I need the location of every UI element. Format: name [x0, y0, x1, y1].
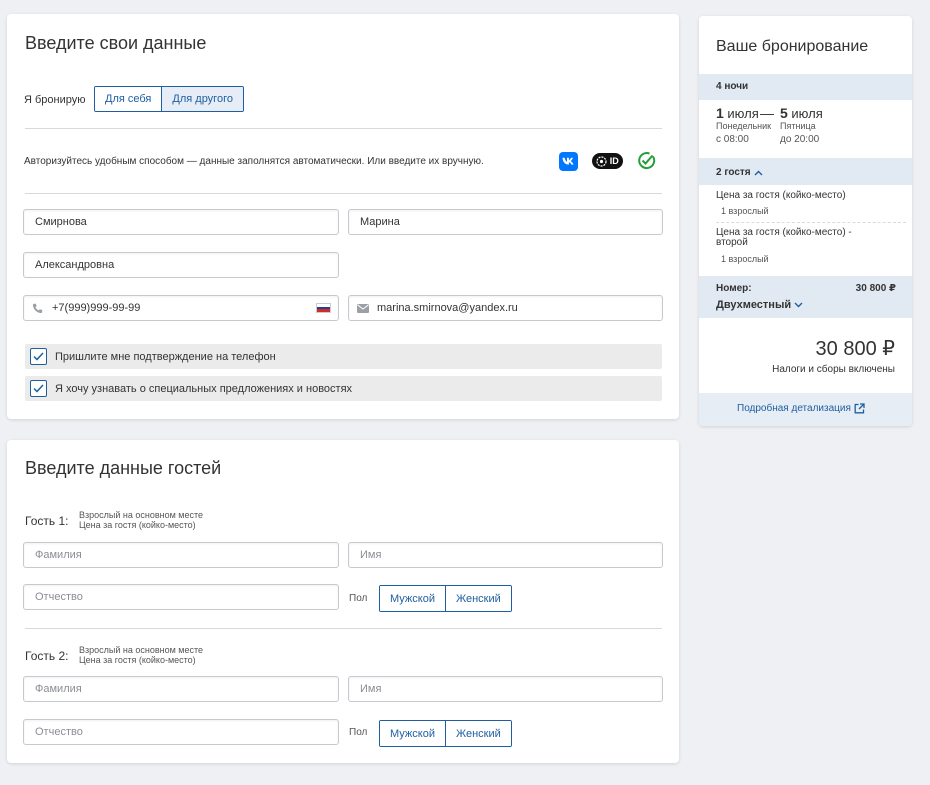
checkout-date: 5 июля — [780, 105, 823, 121]
last-name-field[interactable]: Смирнова — [23, 209, 339, 235]
sber-id-icon[interactable]: ID — [592, 153, 623, 169]
email-value: marina.smirnova@yandex.ru — [377, 302, 518, 314]
phone-icon — [32, 303, 43, 314]
nights-band: 4 ночи — [699, 74, 912, 100]
total-price: 30 800 ₽ — [815, 338, 895, 360]
guests-title: Введите данные гостей — [25, 458, 222, 478]
checkin-month: июля — [727, 106, 759, 121]
dashed-divider — [716, 222, 906, 223]
details-link[interactable]: Подробная детализация — [737, 403, 865, 414]
checkin-weekday: Понедельник — [716, 121, 772, 131]
divider — [25, 193, 662, 194]
guest-1-label: Гость 1: — [25, 514, 69, 528]
sms-confirmation-checkbox-row[interactable]: Пришлите мне подтверждение на телефон — [25, 344, 662, 369]
divider — [25, 128, 662, 129]
sms-confirmation-checkbox[interactable] — [30, 348, 47, 365]
guest-1-male-button[interactable]: Мужской — [380, 586, 445, 611]
middle-name-field[interactable]: Александровна — [23, 252, 339, 278]
booking-for-self-button[interactable]: Для себя — [95, 87, 162, 111]
first-name-value: Марина — [360, 216, 400, 228]
guests-toggle[interactable]: 2 гостя — [716, 167, 763, 178]
newsletter-checkbox[interactable] — [30, 380, 47, 397]
checkout-month: июля — [791, 106, 823, 121]
taxes-note: Налоги и сборы включены — [772, 364, 895, 375]
middle-name-value: Александровна — [35, 259, 115, 271]
guest-2-label: Гость 2: — [25, 649, 69, 663]
external-link-icon — [854, 403, 865, 414]
booking-summary-card: Ваше бронирование 4 ночи 1 июля — 5 июля… — [699, 16, 912, 426]
phone-value: +7(999)999-99-99 — [52, 302, 141, 314]
guest-2-middle-name-field[interactable] — [23, 719, 339, 745]
checkin-time: с 08:00 — [716, 134, 749, 145]
date-dash: — — [760, 105, 774, 121]
nights-count: 4 ночи — [716, 81, 749, 92]
guest-1-last-name-input[interactable] — [24, 549, 338, 561]
guest-price-2-title: Цена за гостя (койко-место) - второй — [716, 227, 852, 248]
checkout-day: 5 — [780, 105, 788, 121]
room-band: Номер: 30 800 ₽ Двухместный — [699, 276, 912, 318]
chevron-up-icon — [754, 170, 763, 175]
booking-summary-title: Ваше бронирование — [716, 38, 869, 55]
guest-1-price-type: Цена за гостя (койко-место) — [79, 520, 196, 530]
guest-2-sex-label: Пол — [349, 727, 368, 738]
sms-confirmation-label: Пришлите мне подтверждение на телефон — [55, 350, 276, 363]
mail-icon — [357, 303, 369, 313]
last-name-value: Смирнова — [35, 216, 87, 228]
guest-2-first-name-field[interactable] — [348, 676, 663, 702]
guest-2-first-name-input[interactable] — [349, 683, 662, 695]
checkout-weekday: Пятница — [780, 121, 816, 131]
guest-2-last-name-field[interactable] — [23, 676, 339, 702]
newsletter-checkbox-row[interactable]: Я хочу узнавать о специальных предложени… — [25, 376, 662, 401]
guest-2-last-name-input[interactable] — [24, 683, 338, 695]
booking-for-other-button[interactable]: Для другого — [161, 87, 243, 111]
room-type-dropdown[interactable]: Двухместный — [716, 299, 803, 311]
checkin-date: 1 июля — [716, 105, 759, 121]
checkmark-icon — [33, 384, 44, 393]
email-field[interactable]: marina.smirnova@yandex.ru — [348, 295, 663, 321]
room-price: 30 800 ₽ — [855, 283, 896, 294]
guest-1-first-name-input[interactable] — [349, 549, 662, 561]
guest-price-2-sub: 1 взрослый — [721, 254, 769, 264]
guest-1-sex-toggle: Мужской Женский — [379, 585, 512, 612]
auth-hint: Авторизуйтесь удобным способом — данные … — [24, 156, 484, 167]
guest-2-type: Взрослый на основном месте — [79, 645, 204, 655]
guest-1-sex-label: Пол — [349, 593, 368, 604]
guest-price-1-sub: 1 взрослый — [721, 206, 769, 216]
booking-for-label: Я бронирую — [24, 94, 86, 106]
guest-2-female-button[interactable]: Женский — [444, 721, 511, 746]
details-link-label: Подробная детализация — [737, 403, 851, 414]
checkmark-icon — [33, 352, 44, 361]
gosuslugi-check-icon[interactable] — [637, 151, 656, 170]
guest-1-female-button[interactable]: Женский — [444, 586, 511, 611]
booking-for-toggle: Для себя Для другого — [94, 86, 244, 112]
guests-toggle-band[interactable]: 2 гостя — [699, 158, 912, 185]
checkin-day: 1 — [716, 105, 724, 121]
checkout-time: до 20:00 — [780, 134, 820, 145]
guest-2-price-type: Цена за гостя (койко-место) — [79, 655, 196, 665]
guest-1-middle-name-input[interactable] — [24, 591, 338, 603]
guest-2-male-button[interactable]: Мужской — [380, 721, 445, 746]
guest-1-middle-name-field[interactable] — [23, 584, 339, 610]
guest-2-middle-name-input[interactable] — [24, 726, 338, 738]
personal-data-card: Введите свои данные Я бронирую Для себя … — [7, 14, 679, 419]
newsletter-label: Я хочу узнавать о специальных предложени… — [55, 382, 353, 395]
russia-flag-icon[interactable] — [316, 303, 331, 313]
divider — [25, 628, 662, 629]
guests-card: Введите данные гостей Гость 1: Взрослый … — [7, 440, 679, 763]
guest-2-sex-toggle: Мужской Женский — [379, 720, 512, 747]
guest-1-last-name-field[interactable] — [23, 542, 339, 568]
details-band: Подробная детализация — [699, 393, 912, 426]
room-type-label: Двухместный — [716, 299, 792, 311]
room-label: Номер: — [716, 283, 752, 294]
vk-icon[interactable] — [559, 152, 578, 171]
guest-1-first-name-field[interactable] — [348, 542, 663, 568]
personal-data-title: Введите свои данные — [25, 33, 207, 53]
guest-price-1-title: Цена за гостя (койко-место) — [716, 190, 846, 201]
phone-field[interactable]: +7(999)999-99-99 — [23, 295, 339, 321]
first-name-field[interactable]: Марина — [348, 209, 663, 235]
guests-toggle-label: 2 гостя — [716, 167, 751, 178]
chevron-down-icon — [794, 302, 803, 308]
guest-1-type: Взрослый на основном месте — [79, 510, 204, 520]
